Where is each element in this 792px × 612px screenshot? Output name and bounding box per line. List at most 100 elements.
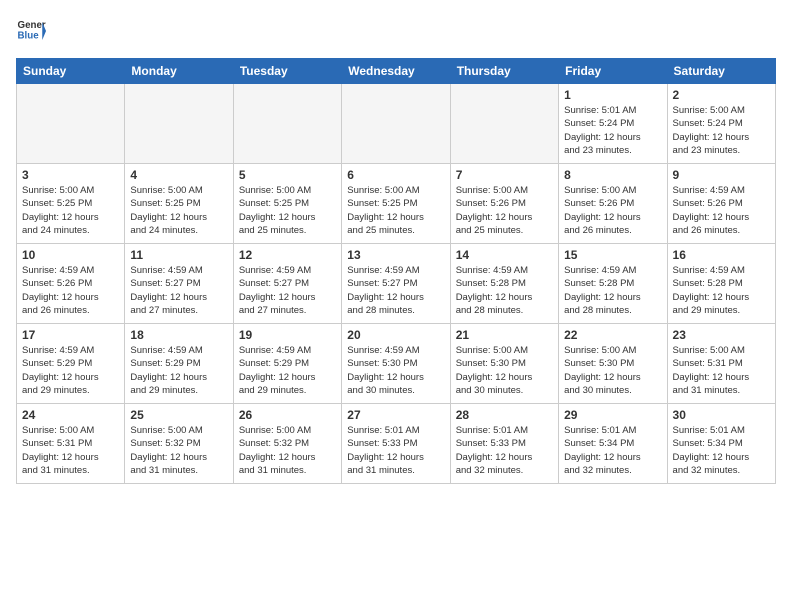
day-cell: 28 Sunrise: 5:01 AMSunset: 5:33 PMDayligh… (450, 404, 558, 484)
day-cell: 14Sunrise: 4:59 AMSunset: 5:28 PMDayligh… (450, 244, 558, 324)
week-row-3: 10 Sunrise: 4:59 AMSunset: 5:26 PMDayligh… (17, 244, 776, 324)
day-number: 5 (239, 168, 336, 182)
col-header-friday: Friday (559, 59, 667, 84)
day-info: Sunrise: 4:59 AMSunset: 5:27 PMDaylight:… (130, 264, 227, 317)
day-cell: 25 Sunrise: 5:00 AMSunset: 5:32 PMDayligh… (125, 404, 233, 484)
day-number: 8 (564, 168, 661, 182)
day-info: Sunrise: 5:00 AMSunset: 5:31 PMDaylight:… (673, 344, 770, 397)
day-number: 14 (456, 248, 553, 262)
week-row-4: 17 Sunrise: 4:59 AMSunset: 5:29 PMDayligh… (17, 324, 776, 404)
day-cell (233, 84, 341, 164)
col-header-saturday: Saturday (667, 59, 775, 84)
day-number: 6 (347, 168, 444, 182)
day-cell (450, 84, 558, 164)
day-number: 12 (239, 248, 336, 262)
day-number: 4 (130, 168, 227, 182)
day-number: 7 (456, 168, 553, 182)
day-info: Sunrise: 4:59 AMSunset: 5:29 PMDaylight:… (22, 344, 119, 397)
day-info: Sunrise: 5:00 AMSunset: 5:31 PMDaylight:… (22, 424, 119, 477)
day-cell (342, 84, 450, 164)
day-cell: 19Sunrise: 4:59 AMSunset: 5:29 PMDayligh… (233, 324, 341, 404)
day-cell: 16 Sunrise: 4:59 AMSunset: 5:28 PMDayligh… (667, 244, 775, 324)
day-cell: 1 Sunrise: 5:01 AMSunset: 5:24 PMDaylight… (559, 84, 667, 164)
svg-text:Blue: Blue (18, 31, 40, 42)
day-cell: 15Sunrise: 4:59 AMSunset: 5:28 PMDayligh… (559, 244, 667, 324)
col-header-sunday: Sunday (17, 59, 125, 84)
day-cell: 30Sunrise: 5:01 AMSunset: 5:34 PMDayligh… (667, 404, 775, 484)
week-row-2: 3 Sunrise: 5:00 AMSunset: 5:25 PMDaylight… (17, 164, 776, 244)
day-info: Sunrise: 5:00 AMSunset: 5:32 PMDaylight:… (239, 424, 336, 477)
day-info: Sunrise: 5:00 AMSunset: 5:25 PMDaylight:… (239, 184, 336, 237)
day-info: Sunrise: 4:59 AMSunset: 5:29 PMDaylight:… (130, 344, 227, 397)
day-number: 17 (22, 328, 119, 342)
day-number: 26 (239, 408, 336, 422)
day-cell: 13 Sunrise: 4:59 AMSunset: 5:27 PMDayligh… (342, 244, 450, 324)
page-header: General Blue (16, 16, 776, 46)
day-cell: 9Sunrise: 4:59 AMSunset: 5:26 PMDaylight… (667, 164, 775, 244)
day-info: Sunrise: 5:01 AMSunset: 5:33 PMDaylight:… (456, 424, 553, 477)
day-cell: 11Sunrise: 4:59 AMSunset: 5:27 PMDayligh… (125, 244, 233, 324)
day-cell: 20 Sunrise: 4:59 AMSunset: 5:30 PMDayligh… (342, 324, 450, 404)
day-info: Sunrise: 4:59 AMSunset: 5:27 PMDaylight:… (347, 264, 444, 317)
day-info: Sunrise: 5:01 AMSunset: 5:33 PMDaylight:… (347, 424, 444, 477)
day-number: 2 (673, 88, 770, 102)
day-number: 18 (130, 328, 227, 342)
day-info: Sunrise: 4:59 AMSunset: 5:28 PMDaylight:… (673, 264, 770, 317)
day-cell: 10 Sunrise: 4:59 AMSunset: 5:26 PMDayligh… (17, 244, 125, 324)
day-cell: 18 Sunrise: 4:59 AMSunset: 5:29 PMDayligh… (125, 324, 233, 404)
col-header-tuesday: Tuesday (233, 59, 341, 84)
day-cell: 8 Sunrise: 5:00 AMSunset: 5:26 PMDaylight… (559, 164, 667, 244)
day-cell: 5 Sunrise: 5:00 AMSunset: 5:25 PMDaylight… (233, 164, 341, 244)
day-info: Sunrise: 5:01 AMSunset: 5:24 PMDaylight:… (564, 104, 661, 157)
day-info: Sunrise: 5:00 AMSunset: 5:26 PMDaylight:… (456, 184, 553, 237)
day-number: 20 (347, 328, 444, 342)
week-row-1: 1 Sunrise: 5:01 AMSunset: 5:24 PMDaylight… (17, 84, 776, 164)
day-info: Sunrise: 4:59 AMSunset: 5:28 PMDaylight:… (564, 264, 661, 317)
day-info: Sunrise: 5:00 AMSunset: 5:24 PMDaylight:… (673, 104, 770, 157)
day-info: Sunrise: 5:00 AMSunset: 5:25 PMDaylight:… (347, 184, 444, 237)
day-cell (125, 84, 233, 164)
day-number: 22 (564, 328, 661, 342)
day-cell: 22 Sunrise: 5:00 AMSunset: 5:30 PMDayligh… (559, 324, 667, 404)
col-header-thursday: Thursday (450, 59, 558, 84)
day-number: 19 (239, 328, 336, 342)
day-cell: 4 Sunrise: 5:00 AMSunset: 5:25 PMDaylight… (125, 164, 233, 244)
day-number: 25 (130, 408, 227, 422)
day-cell: 7 Sunrise: 5:00 AMSunset: 5:26 PMDaylight… (450, 164, 558, 244)
day-number: 13 (347, 248, 444, 262)
day-cell: 29Sunrise: 5:01 AMSunset: 5:34 PMDayligh… (559, 404, 667, 484)
col-header-monday: Monday (125, 59, 233, 84)
day-number: 3 (22, 168, 119, 182)
day-info: Sunrise: 5:01 AMSunset: 5:34 PMDaylight:… (564, 424, 661, 477)
day-number: 28 (456, 408, 553, 422)
col-header-wednesday: Wednesday (342, 59, 450, 84)
day-cell: 3 Sunrise: 5:00 AMSunset: 5:25 PMDaylight… (17, 164, 125, 244)
day-info: Sunrise: 4:59 AMSunset: 5:26 PMDaylight:… (22, 264, 119, 317)
day-info: Sunrise: 5:00 AMSunset: 5:25 PMDaylight:… (22, 184, 119, 237)
day-cell: 26 Sunrise: 5:00 AMSunset: 5:32 PMDayligh… (233, 404, 341, 484)
day-info: Sunrise: 5:00 AMSunset: 5:30 PMDaylight:… (564, 344, 661, 397)
svg-text:General: General (18, 20, 47, 31)
day-cell: 2 Sunrise: 5:00 AMSunset: 5:24 PMDaylight… (667, 84, 775, 164)
day-info: Sunrise: 5:00 AMSunset: 5:32 PMDaylight:… (130, 424, 227, 477)
day-info: Sunrise: 4:59 AMSunset: 5:27 PMDaylight:… (239, 264, 336, 317)
day-number: 1 (564, 88, 661, 102)
day-cell: 23Sunrise: 5:00 AMSunset: 5:31 PMDayligh… (667, 324, 775, 404)
day-cell (17, 84, 125, 164)
day-number: 24 (22, 408, 119, 422)
day-info: Sunrise: 5:00 AMSunset: 5:25 PMDaylight:… (130, 184, 227, 237)
day-number: 9 (673, 168, 770, 182)
day-cell: 24 Sunrise: 5:00 AMSunset: 5:31 PMDayligh… (17, 404, 125, 484)
day-cell: 27Sunrise: 5:01 AMSunset: 5:33 PMDayligh… (342, 404, 450, 484)
day-cell: 6 Sunrise: 5:00 AMSunset: 5:25 PMDaylight… (342, 164, 450, 244)
day-info: Sunrise: 5:00 AMSunset: 5:26 PMDaylight:… (564, 184, 661, 237)
day-number: 10 (22, 248, 119, 262)
day-cell: 17 Sunrise: 4:59 AMSunset: 5:29 PMDayligh… (17, 324, 125, 404)
day-info: Sunrise: 4:59 AMSunset: 5:30 PMDaylight:… (347, 344, 444, 397)
day-number: 21 (456, 328, 553, 342)
day-info: Sunrise: 5:00 AMSunset: 5:30 PMDaylight:… (456, 344, 553, 397)
logo-icon: General Blue (16, 16, 46, 46)
logo: General Blue (16, 16, 46, 46)
day-number: 16 (673, 248, 770, 262)
week-row-5: 24 Sunrise: 5:00 AMSunset: 5:31 PMDayligh… (17, 404, 776, 484)
